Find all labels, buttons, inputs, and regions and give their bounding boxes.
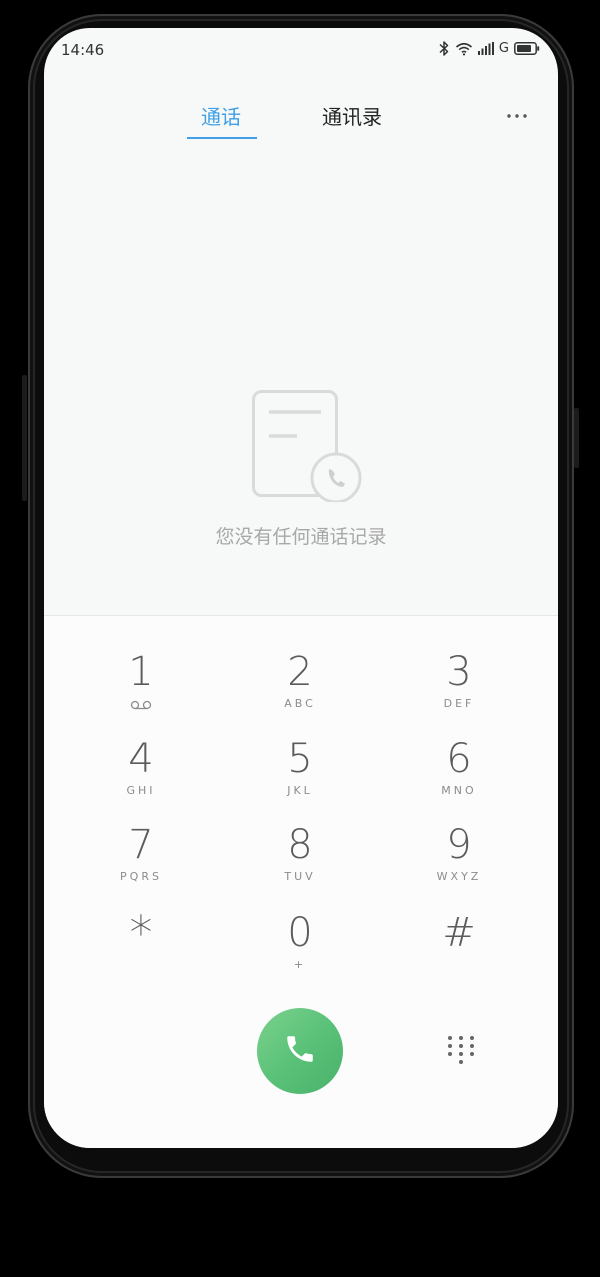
dial-key-9[interactable]: 9 WXYZ: [399, 822, 519, 902]
dial-key-letters: TUV: [284, 870, 316, 883]
dial-key-3[interactable]: 3 DEF: [399, 649, 519, 729]
battery-icon: [514, 42, 540, 55]
dial-key-letters: DEF: [443, 697, 475, 710]
volume-button: [22, 375, 27, 501]
dial-key-1[interactable]: 1: [81, 649, 201, 729]
more-options-icon[interactable]: [506, 104, 528, 123]
dial-key-7[interactable]: 7 PQRS: [81, 822, 201, 902]
dial-key-letters: ABC: [284, 697, 316, 710]
wifi-icon: [455, 42, 473, 56]
bluetooth-icon: [438, 40, 450, 57]
dial-key-digit: 3: [446, 649, 472, 695]
phone-icon: [283, 1032, 317, 1070]
dial-key-5[interactable]: 5 JKL: [240, 736, 360, 816]
signal-icon: [477, 42, 494, 55]
network-type: G: [498, 41, 509, 56]
call-log-empty-icon: [249, 386, 365, 506]
power-button: [574, 408, 579, 468]
dial-key-6[interactable]: 6 MNO: [399, 736, 519, 816]
tab-calls-label: 通话: [201, 105, 241, 129]
dialpad: 1 2 ABC 3 DEF 4 GHI 5 JKL 6 MNO 7 PQRS 8…: [44, 616, 558, 1148]
dial-key-4[interactable]: 4 GHI: [81, 736, 201, 816]
dial-key-8[interactable]: 8 TUV: [240, 822, 360, 902]
dial-key-letters: JKL: [287, 784, 313, 797]
dial-key-digit: 6: [446, 736, 472, 782]
dial-key-digit: 0: [287, 910, 313, 956]
status-bar: 14:46 G: [44, 28, 558, 72]
dial-key-letters: GHI: [126, 784, 156, 797]
call-button[interactable]: [257, 1008, 343, 1094]
tab-calls[interactable]: 通话: [187, 98, 257, 139]
dial-key-0[interactable]: 0 +: [240, 910, 360, 990]
dial-key-digit: *: [129, 906, 153, 960]
dial-key-letters: +: [293, 958, 307, 971]
dial-key-pound[interactable]: #: [399, 910, 519, 990]
status-time: 14:46: [61, 41, 105, 59]
active-tab-indicator: [187, 137, 257, 139]
dial-key-letters: MNO: [441, 784, 477, 797]
tab-bar: 通话 通讯录: [44, 98, 558, 140]
dial-key-digit: 5: [287, 736, 313, 782]
dial-key-digit: 2: [287, 649, 313, 695]
dial-key-star[interactable]: *: [81, 910, 201, 990]
voicemail-icon: [81, 695, 201, 714]
dial-key-digit: 7: [128, 822, 154, 868]
dial-key-letters: PQRS: [120, 870, 162, 883]
empty-state-message: 您没有任何通话记录: [215, 526, 387, 548]
tab-contacts[interactable]: 通讯录: [308, 98, 396, 136]
dial-key-letters: WXYZ: [436, 870, 482, 883]
dial-key-digit: 1: [128, 649, 154, 695]
dial-key-digit: 8: [287, 822, 313, 868]
dial-key-digit: 9: [446, 822, 472, 868]
dial-key-digit: #: [442, 910, 476, 956]
dialpad-toggle-icon[interactable]: [446, 1034, 476, 1072]
dial-key-digit: 4: [128, 736, 154, 782]
tab-contacts-label: 通讯录: [322, 105, 382, 129]
screen: 14:46 G 通话 通讯录 您没有任何通话记录 1 2 ABC 3 DEF 4…: [44, 28, 558, 1148]
dial-key-2[interactable]: 2 ABC: [240, 649, 360, 729]
